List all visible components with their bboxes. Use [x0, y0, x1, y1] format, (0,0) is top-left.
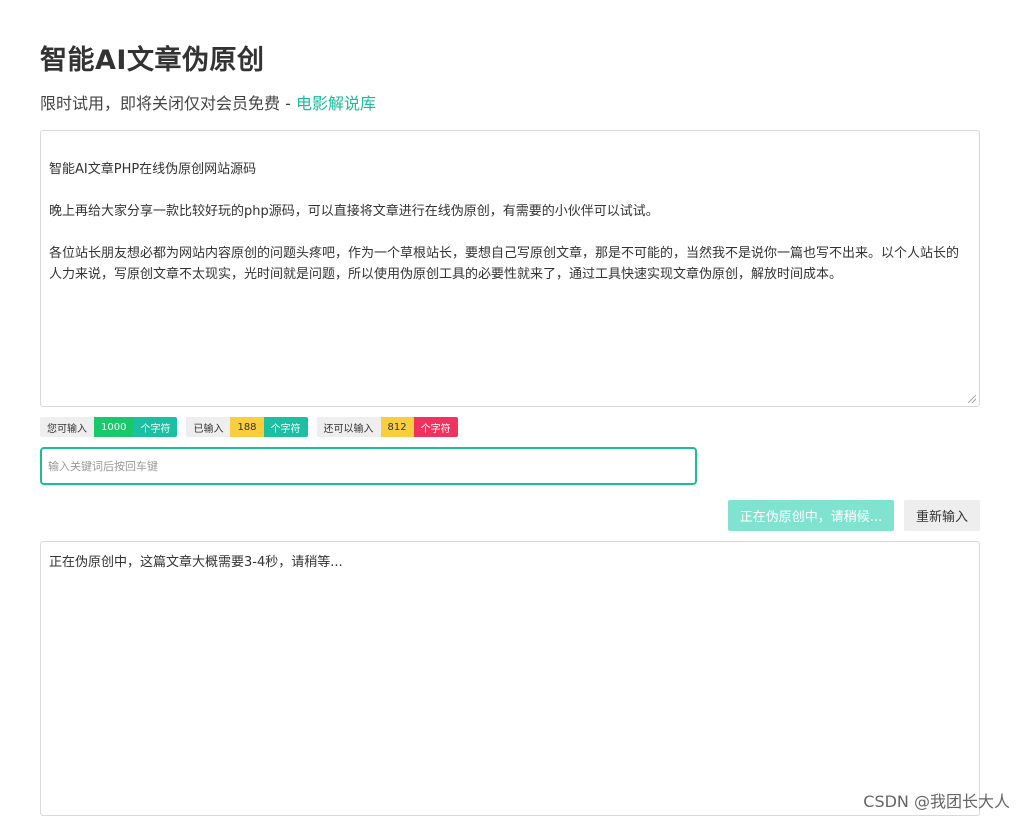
rewrite-button[interactable]: 正在伪原创中，请稍候...: [728, 500, 894, 531]
counter-entered-value: 188: [230, 417, 264, 437]
input-paragraph: 智能AI文章PHP在线伪原创网站源码: [49, 162, 257, 177]
counter-allowed: 您可输入 1000 个字符: [40, 417, 178, 437]
subtitle-text: 限时试用，即将关闭仅对会员免费 -: [40, 94, 296, 113]
counter-remaining-value: 812: [380, 417, 414, 437]
counter-remaining-label: 还可以输入: [316, 417, 381, 437]
counter-entered-label: 已输入: [186, 417, 231, 437]
input-paragraph: 晚上再给大家分享一款比较好玩的php源码，可以直接将文章进行在线伪原创，有需要的…: [49, 204, 659, 219]
counter-allowed-unit: 个字符: [133, 417, 178, 437]
counter-remaining-unit: 个字符: [413, 417, 458, 437]
counter-allowed-value: 1000: [94, 417, 134, 437]
counter-remaining: 还可以输入 812 个字符: [316, 417, 458, 437]
resize-handle-icon[interactable]: [968, 395, 976, 403]
csdn-watermark: CSDN @我团长大人: [863, 792, 1010, 811]
character-counters: 您可输入 1000 个字符 已输入 188 个字符 还可以输入 812 个字符: [40, 417, 467, 437]
input-paragraph: 各位站长朋友想必都为网站内容原创的问题头疼吧，作为一个草根站长，要想自己写原创文…: [49, 246, 960, 282]
counter-entered-unit: 个字符: [263, 417, 308, 437]
keyword-input[interactable]: [40, 447, 697, 485]
article-input-textarea[interactable]: 智能AI文章PHP在线伪原创网站源码 晚上再给大家分享一款比较好玩的php源码，…: [40, 130, 980, 407]
result-output-textarea[interactable]: 正在伪原创中，这篇文章大概需要3-4秒，请稍等...: [40, 541, 980, 816]
page-subtitle: 限时试用，即将关闭仅对会员免费 - 电影解说库: [40, 90, 376, 114]
reset-button[interactable]: 重新输入: [904, 500, 980, 531]
counter-entered: 已输入 188 个字符: [186, 417, 308, 437]
page-title: 智能AI文章伪原创: [40, 45, 265, 76]
output-text: 正在伪原创中，这篇文章大概需要3-4秒，请稍等...: [49, 555, 343, 570]
subtitle-link[interactable]: 电影解说库: [296, 94, 376, 113]
counter-allowed-label: 您可输入: [40, 417, 94, 437]
